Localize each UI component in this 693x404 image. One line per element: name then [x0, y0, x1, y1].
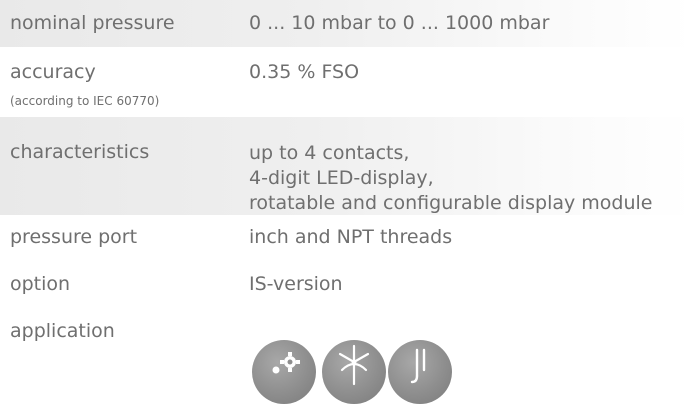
spec-label: accuracy — [10, 61, 96, 83]
spec-sublabel: (according to IEC 60770) — [10, 94, 160, 108]
spec-label: option — [10, 273, 71, 295]
spec-value: inch and NPT threads — [249, 226, 453, 248]
spec-row-characteristics: characteristics up to 4 contacts, 4-digi… — [0, 117, 693, 215]
spec-value-line: 4-digit LED-display, — [249, 167, 434, 189]
spec-value-multiline: up to 4 contacts, 4-digit LED-display, r… — [249, 141, 652, 216]
spec-value: 0 ... 10 mbar to 0 ... 1000 mbar — [249, 12, 550, 34]
spec-row-option: option IS-version — [0, 261, 693, 309]
spec-row-accuracy: accuracy (according to IEC 60770) 0.35 %… — [0, 47, 693, 117]
spec-value: 0.35 % FSO — [249, 61, 360, 83]
spec-label: characteristics — [10, 141, 150, 163]
spec-label: pressure port — [10, 226, 138, 248]
spec-table: nominal pressure 0 ... 10 mbar to 0 ... … — [0, 0, 693, 369]
spec-row-application: application — [0, 309, 693, 369]
spec-label: application — [10, 320, 115, 342]
spec-value-line: up to 4 contacts, — [249, 142, 410, 164]
spec-row-nominal-pressure: nominal pressure 0 ... 10 mbar to 0 ... … — [0, 0, 693, 47]
spec-row-pressure-port: pressure port inch and NPT threads — [0, 215, 693, 261]
spec-value-line: rotatable and configurable display modul… — [249, 192, 653, 214]
spec-value: IS-version — [249, 273, 343, 295]
spec-label: nominal pressure — [10, 12, 175, 34]
